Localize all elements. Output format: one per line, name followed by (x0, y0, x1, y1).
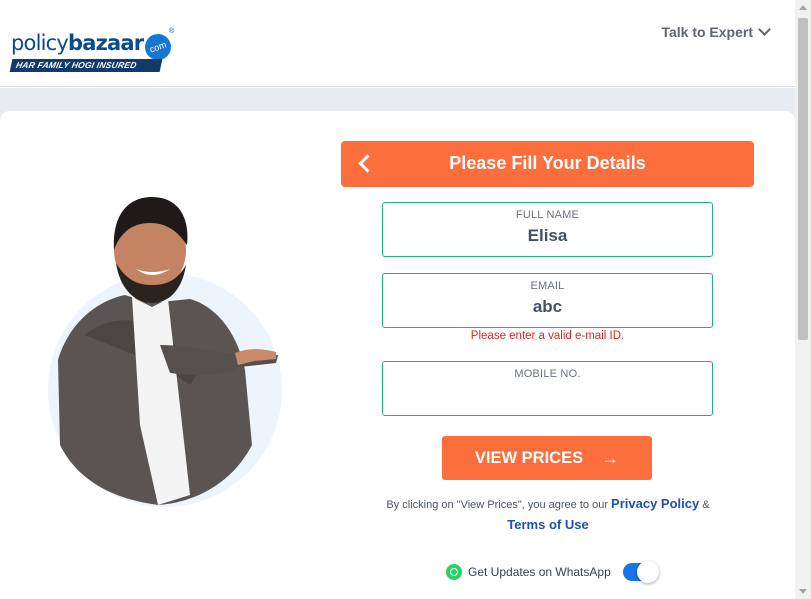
mobile-input[interactable] (383, 385, 712, 405)
terms-of-use-link[interactable]: Terms of Use (507, 517, 588, 532)
scrollbar-thumb[interactable] (798, 18, 808, 340)
form-header: Please Fill Your Details (341, 141, 754, 187)
consent-text: By clicking on "View Prices", you agree … (370, 494, 726, 536)
talk-to-expert-dropdown[interactable]: Talk to Expert (661, 23, 771, 40)
whatsapp-toggle[interactable] (622, 561, 659, 583)
email-error-message: Please enter a valid e-mail ID. (470, 330, 625, 342)
privacy-policy-link[interactable]: Privacy Policy (611, 496, 699, 511)
email-label: EMAIL (530, 280, 565, 292)
whatsapp-label: Get Updates on WhatsApp (468, 565, 611, 579)
email-input[interactable] (383, 297, 712, 317)
mobile-field[interactable]: MOBILE NO. (382, 361, 713, 416)
mobile-label: MOBILE NO. (514, 368, 581, 380)
talk-to-expert-label: Talk to Expert (661, 24, 753, 40)
full-name-field[interactable]: FULL NAME (382, 202, 713, 257)
chevron-down-icon (758, 23, 771, 36)
consent-ampersand: & (702, 499, 710, 511)
policybazaar-logo[interactable]: policybazaar com ® HAR FAMILY HOGI INSUR… (9, 28, 175, 72)
form-title: Please Fill Your Details (449, 153, 646, 173)
scroll-up-arrow-icon[interactable] (799, 5, 807, 10)
whatsapp-icon (446, 564, 462, 580)
email-field[interactable]: EMAIL (382, 273, 713, 328)
toggle-knob (636, 561, 659, 583)
view-prices-button[interactable]: VIEW PRICES → (442, 436, 652, 480)
logo-word-policy: policy (11, 31, 69, 55)
page-scrollbar[interactable] (795, 0, 811, 599)
site-header: policybazaar com ® HAR FAMILY HOGI INSUR… (0, 0, 795, 87)
full-name-input[interactable] (383, 226, 712, 246)
consent-prefix: By clicking on "View Prices", you agree … (386, 499, 608, 511)
arrow-right-icon: → (601, 448, 620, 468)
brand-ambassador-illustration (48, 197, 282, 507)
scroll-down-arrow-icon[interactable] (799, 589, 807, 594)
logo-word-bazaar: bazaar (68, 31, 144, 55)
whatsapp-updates-row: Get Updates on WhatsApp (446, 561, 659, 583)
logo-registered-mark: ® (169, 28, 175, 35)
logo-wordmark: policybazaar (11, 30, 144, 56)
view-prices-label: VIEW PRICES (474, 448, 584, 467)
logo-tagline: HAR FAMILY HOGI INSURED (9, 59, 163, 72)
full-name-label: FULL NAME (515, 209, 580, 221)
